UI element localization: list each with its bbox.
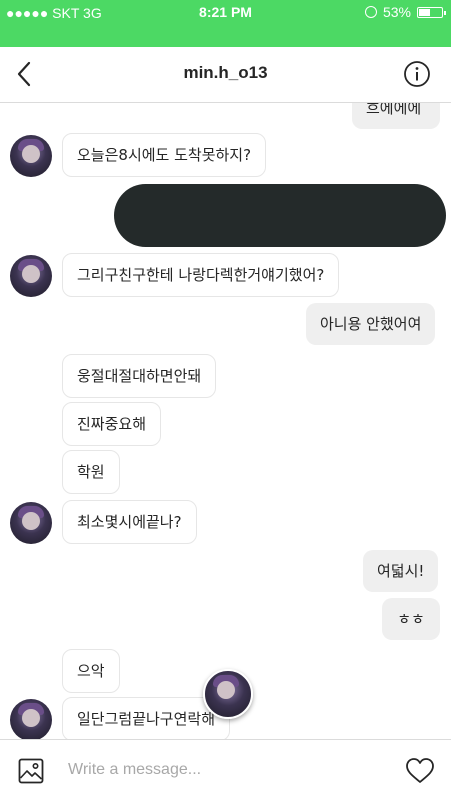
message-bubble-out: ㅎㅎ (382, 598, 440, 640)
redacted-message (114, 184, 446, 247)
message-bubble-in: 학원 (62, 450, 120, 494)
message-bubble-out: 흐에에에 (352, 103, 440, 129)
battery-fill (419, 8, 430, 16)
orientation-lock-icon (364, 6, 377, 18)
message-bubble-in: 으악 (62, 649, 120, 693)
avatar[interactable] (10, 699, 52, 739)
message-bubble-in: 최소몇시에끝나? (62, 500, 197, 544)
message-bubble-in: 웅절대절대하면안돼 (62, 354, 217, 398)
message-bubble-in: 오늘은8시에도 도착못하지? (62, 133, 267, 177)
seen-avatar (203, 669, 253, 719)
battery-percent: 53% (382, 4, 411, 20)
avatar[interactable] (10, 135, 52, 177)
chat-header: min.h_o13 (0, 47, 451, 103)
like-button[interactable] (405, 757, 435, 785)
message-bubble-in: 진짜중요해 (62, 402, 162, 446)
conversation-title: min.h_o13 (183, 63, 268, 82)
avatar[interactable] (10, 502, 52, 544)
message-bubble-out: 여덟시! (363, 550, 439, 592)
info-button[interactable] (403, 60, 431, 88)
status-bar: ●●●●● SKT 3G 8:21 PM 53% (0, 0, 451, 47)
message-bubble-in: 그리구친구한테 나랑다렉한거얘기했어? (62, 253, 340, 297)
message-list[interactable]: 흐에에에 오늘은8시에도 도착못하지? 그리구친구한테 나랑다렉한거얘기했어? … (0, 103, 451, 739)
message-composer (0, 739, 451, 800)
battery-icon (417, 6, 446, 18)
gallery-icon (18, 758, 44, 784)
avatar[interactable] (10, 255, 52, 297)
message-bubble-out: 아니용 안했어여 (306, 303, 436, 345)
gallery-button[interactable] (18, 758, 44, 784)
status-right: 53% (364, 4, 446, 20)
heart-icon (406, 758, 434, 783)
info-icon (404, 61, 430, 87)
message-input[interactable] (68, 757, 388, 783)
